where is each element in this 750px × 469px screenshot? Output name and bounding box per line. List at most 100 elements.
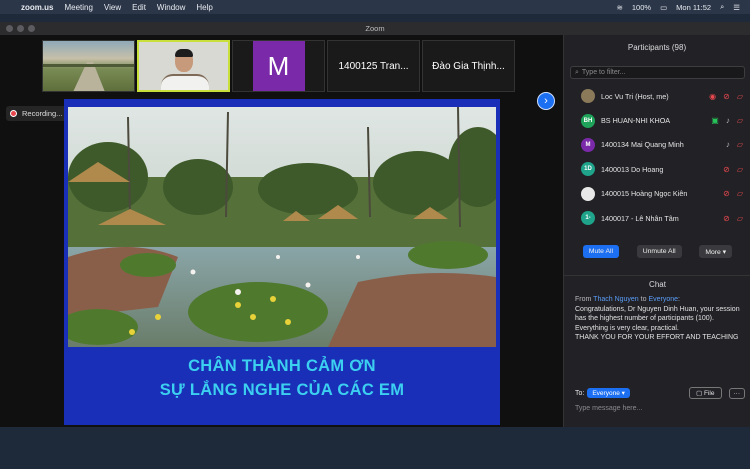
participant-name: 1400134 Mai Quang Minh xyxy=(601,140,684,150)
park-photo xyxy=(68,107,496,347)
participant-name: 1400013 Do Hoang xyxy=(601,164,664,174)
video-thumbnail-strip: M 1400125 Tran... Đào Gia Thịnh... xyxy=(42,40,515,92)
participant-row[interactable]: BH BS HUAN-NHI KHOA ▣ ♪ ▱ xyxy=(564,108,750,132)
participant-row[interactable]: 1- 1400017 - Lê Nhân Tâm ⊘ ▱ xyxy=(564,206,750,230)
record-icon: ◉ xyxy=(709,91,717,101)
list-icon[interactable]: ☰ xyxy=(733,3,740,12)
menu-edit[interactable]: Edit xyxy=(132,3,146,12)
participant-row[interactable]: M 1400134 Mai Quang Minh ♪ ▱ xyxy=(564,133,750,157)
next-page-button[interactable]: › xyxy=(537,92,555,110)
chat-to-row: To: Everyone ▾ ▢ File ··· xyxy=(575,387,745,399)
battery-icon[interactable]: ▭ xyxy=(660,3,667,12)
mic-icon[interactable]: ♪ xyxy=(726,116,730,125)
side-panel: Participants (98) ⌕ Type to filter... Lo… xyxy=(563,35,750,427)
mic-muted-icon[interactable]: ⊘ xyxy=(723,214,730,223)
to-label: To: xyxy=(575,389,585,397)
chat-title: Chat xyxy=(564,275,750,289)
window-titlebar: Zoom xyxy=(0,22,750,35)
chat-more-button[interactable]: ··· xyxy=(728,387,745,399)
recording-indicator[interactable]: Recording... xyxy=(6,106,69,121)
app-menu[interactable]: zoom.us xyxy=(21,3,53,12)
chat-sender[interactable]: Thach Nguyen xyxy=(593,296,639,303)
filter-placeholder: Type to filter... xyxy=(581,69,626,76)
clock[interactable]: Mon 11:52 xyxy=(676,3,711,12)
close-window-button[interactable] xyxy=(6,25,13,32)
participant-name: 1400015 Hoàng Ngọc Kiên xyxy=(601,189,688,199)
search-icon: ⌕ xyxy=(575,68,579,76)
menu-help[interactable]: Help xyxy=(196,3,212,12)
mic-muted-icon[interactable]: ⊘ xyxy=(723,165,730,174)
meeting-stage: M 1400125 Tran... Đào Gia Thịnh... › Rec… xyxy=(0,35,563,427)
mic-icon[interactable]: ♪ xyxy=(726,140,730,149)
avatar: M xyxy=(581,137,595,152)
battery-percent: 100% xyxy=(631,2,652,12)
chevron-right-icon: › xyxy=(544,95,548,107)
more-button[interactable]: More ▾ xyxy=(699,245,733,258)
chat-message: From Thach Nguyen to Everyone: Congratul… xyxy=(575,295,745,343)
participant-row[interactable]: 1D 1400013 Do Hoang ⊘ ▱ xyxy=(564,157,750,181)
shared-screen-slide: CHÂN THÀNH CẢM ƠN SỰ LẮNG NGHE CỦA CÁC E… xyxy=(64,99,500,425)
participant-name: Loc Vu Tri (Host, me) xyxy=(601,91,669,101)
participant-name: BS HUAN-NHI KHOA xyxy=(601,116,671,126)
video-off-icon[interactable]: ▱ xyxy=(737,92,743,101)
menu-meeting[interactable]: Meeting xyxy=(64,3,92,12)
desktop-background xyxy=(0,427,750,469)
avatar xyxy=(581,186,595,201)
slide-text-line-2: SỰ LẮNG NGHE CỦA CÁC EM xyxy=(159,381,405,399)
chat-message-input[interactable]: Type message here... xyxy=(575,405,642,412)
recording-label: Recording... xyxy=(22,109,63,118)
menu-window[interactable]: Window xyxy=(157,3,185,12)
avatar: BH xyxy=(581,113,595,128)
slide-text-line-1: CHÂN THÀNH CẢM ƠN xyxy=(188,357,376,375)
participant-actions: Mute All Unmute All More ▾ xyxy=(564,245,750,258)
video-off-icon[interactable]: ▱ xyxy=(737,140,743,149)
avatar: 1- xyxy=(581,211,595,226)
mic-muted-icon[interactable]: ⊘ xyxy=(723,92,730,101)
mute-all-button[interactable]: Mute All xyxy=(582,245,620,258)
chat-message-text-3: THANK YOU FOR YOUR EFFORT AND TEACHING xyxy=(575,334,739,341)
speaker-hair xyxy=(175,49,193,57)
thumbnail-video-field[interactable] xyxy=(42,40,135,92)
video-off-icon[interactable]: ▱ xyxy=(737,189,743,198)
chat-message-text-2: Everything is very clear, practical. xyxy=(575,324,679,332)
participants-title: Participants (98) xyxy=(627,43,687,52)
unmute-all-button[interactable]: Unmute All xyxy=(636,245,682,258)
video-off-icon[interactable]: ▱ xyxy=(737,214,743,223)
window-controls xyxy=(6,25,35,32)
wifi-icon[interactable]: ≋ xyxy=(617,3,623,12)
file-button[interactable]: ▢ File xyxy=(689,387,722,399)
recipient-select[interactable]: Everyone ▾ xyxy=(587,388,630,398)
chat-recipient: Everyone xyxy=(648,296,679,303)
file-button-label: File xyxy=(704,390,715,397)
mac-menubar: zoom.us Meeting View Edit Window Help ≋ … xyxy=(0,0,750,14)
participant-row[interactable]: 1400015 Hoàng Ngọc Kiên ⊘ ▱ xyxy=(564,182,750,206)
thumbnail-avatar-m[interactable]: M xyxy=(232,40,325,92)
chat-message-text: Congratulations, Dr Nguyen Dinh Huan, yo… xyxy=(575,305,740,323)
participant-name: 1400017 - Lê Nhân Tâm xyxy=(601,213,679,223)
minimize-window-button[interactable] xyxy=(17,25,24,32)
thumbnail-name-1400125[interactable]: 1400125 Tran... xyxy=(327,40,420,92)
thumbnail-video-speaker[interactable] xyxy=(137,40,230,92)
avatar: 1D xyxy=(581,162,595,177)
mic-muted-icon[interactable]: ⊘ xyxy=(723,189,730,198)
thumbnail-name-dao-gia-thinh[interactable]: Đào Gia Thịnh... xyxy=(422,40,515,92)
chat-from-prefix: From xyxy=(575,296,592,303)
field-video-icon xyxy=(43,62,134,91)
record-icon xyxy=(10,110,17,117)
participant-list: Loc Vu Tri (Host, me) ◉ ⊘ ▱ BH BS HUAN-NHI… xyxy=(564,84,750,230)
chat-message-header: From Thach Nguyen to Everyone: xyxy=(575,296,680,303)
menu-view[interactable]: View xyxy=(104,3,121,12)
avatar-m: M xyxy=(252,41,305,91)
participant-filter-input[interactable]: ⌕ Type to filter... xyxy=(570,66,745,79)
window-title: Zoom xyxy=(365,24,385,33)
zoom-window-button[interactable] xyxy=(28,25,35,32)
speaker-body xyxy=(161,74,209,90)
avatar xyxy=(581,89,595,104)
video-off-icon[interactable]: ▱ xyxy=(737,116,743,125)
participant-row[interactable]: Loc Vu Tri (Host, me) ◉ ⊘ ▱ xyxy=(564,84,750,108)
chat-to-word: to xyxy=(640,296,647,303)
file-icon: ▢ xyxy=(696,390,705,397)
search-icon[interactable]: ⌕ xyxy=(720,2,724,12)
screen-share-icon: ▣ xyxy=(711,116,719,126)
video-off-icon[interactable]: ▱ xyxy=(737,165,743,174)
